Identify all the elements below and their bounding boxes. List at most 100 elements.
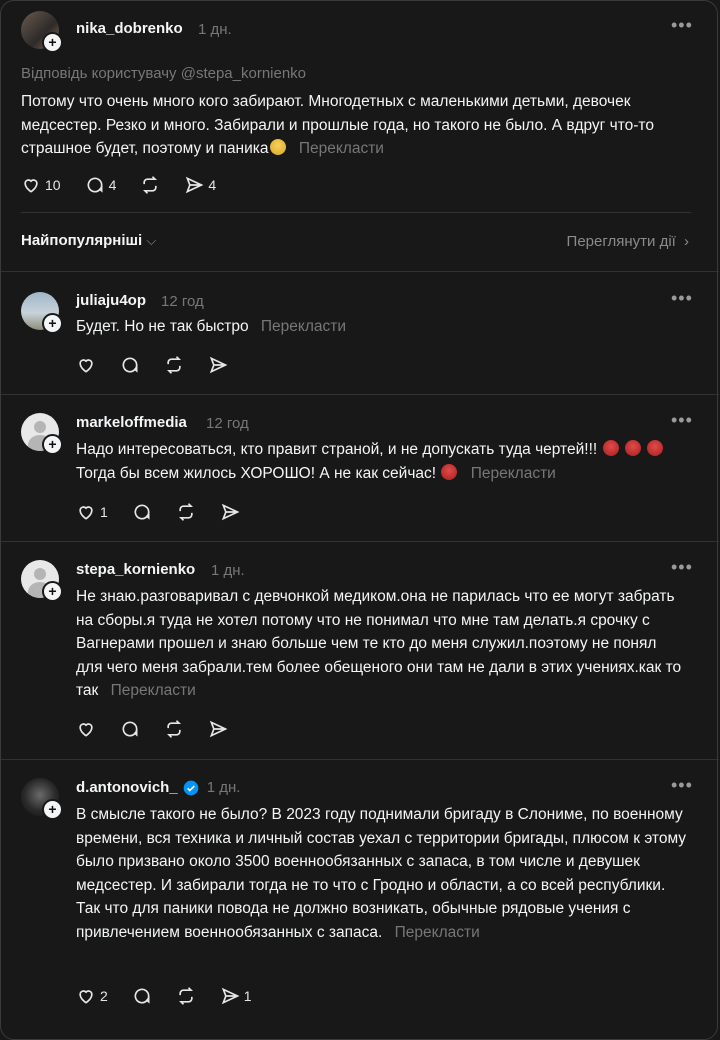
like-count: 2 xyxy=(100,988,108,1004)
heart-icon xyxy=(79,723,93,737)
more-icon[interactable]: ••• xyxy=(671,15,693,36)
share-count: 4 xyxy=(208,177,217,193)
like-button[interactable] xyxy=(76,719,96,739)
follow-plus-icon[interactable]: + xyxy=(42,434,63,455)
more-icon[interactable]: ••• xyxy=(671,410,693,431)
comment-button[interactable] xyxy=(132,986,152,1006)
more-icon[interactable]: ••• xyxy=(671,288,693,309)
chevron-down-icon: ⌵ xyxy=(146,233,157,248)
scared-emoji-icon xyxy=(269,139,286,155)
reply-actions: 2 1 xyxy=(76,986,276,1006)
heart-icon xyxy=(79,506,93,520)
translate-link[interactable]: Перекласти xyxy=(261,318,346,335)
like-button[interactable]: 10 xyxy=(21,175,61,195)
username[interactable]: juliaju4op xyxy=(76,292,146,309)
avatar[interactable]: + xyxy=(21,413,63,455)
repost-button[interactable] xyxy=(140,175,160,195)
comment-button[interactable]: 4 xyxy=(85,175,117,195)
more-icon[interactable]: ••• xyxy=(671,775,693,796)
send-icon xyxy=(209,356,228,374)
reply-actions: 1 xyxy=(76,502,264,522)
reply-actions xyxy=(76,355,252,375)
reply-text: Будет. Но не так быстро Перекласти xyxy=(76,315,696,339)
divider xyxy=(1,271,719,272)
timestamp: 12 год xyxy=(206,415,249,432)
reply-to-label[interactable]: Відповідь користувачу @stepa_kornienko xyxy=(21,65,306,82)
reply-text: В смысле такого не было? В 2023 году под… xyxy=(76,803,691,944)
comment-icon xyxy=(134,988,150,1004)
verified-badge-icon xyxy=(183,780,199,795)
avatar[interactable]: + xyxy=(21,292,63,334)
like-count: 1 xyxy=(100,504,108,520)
like-button[interactable]: 2 xyxy=(76,986,108,1006)
reply-text-content-2: Тогда бы всем жилось ХОРОШО! А не как се… xyxy=(76,464,437,482)
share-button[interactable]: 1 xyxy=(220,986,252,1006)
username[interactable]: stepa_kornienko xyxy=(76,561,195,578)
angry-emoji-icon xyxy=(602,440,619,456)
repost-button[interactable] xyxy=(164,355,184,375)
timestamp: 1 дн. xyxy=(198,21,232,38)
repost-button[interactable] xyxy=(176,986,196,1006)
comment-count: 4 xyxy=(108,177,117,193)
post-text: Потому что очень много кого забирают. Мн… xyxy=(21,90,691,161)
like-count: 10 xyxy=(45,177,61,193)
translate-link[interactable]: Перекласти xyxy=(299,140,384,157)
translate-link[interactable]: Перекласти xyxy=(395,924,480,941)
repost-icon xyxy=(166,720,182,738)
comment-icon xyxy=(122,357,138,373)
share-button[interactable] xyxy=(208,355,228,375)
username-row: d.antonovich_ 1 дн. xyxy=(76,779,240,796)
more-icon[interactable]: ••• xyxy=(671,557,693,578)
follow-plus-icon[interactable]: + xyxy=(42,799,63,820)
comment-button[interactable] xyxy=(120,719,140,739)
share-button[interactable]: 4 xyxy=(184,175,216,195)
thread-panel: + nika_dobrenko 1 дн. ••• Відповідь кори… xyxy=(0,0,719,1040)
angry-emoji-icon xyxy=(647,440,664,456)
translate-link[interactable]: Перекласти xyxy=(111,682,196,699)
follow-plus-icon[interactable]: + xyxy=(42,313,63,334)
reply-text: Надо интересоваться, кто правит страной,… xyxy=(76,438,701,485)
username[interactable]: d.antonovich_ xyxy=(76,779,178,796)
like-button[interactable] xyxy=(76,355,96,375)
comment-icon xyxy=(134,504,150,520)
repost-icon xyxy=(178,503,193,521)
share-button[interactable] xyxy=(220,502,240,522)
reply-text-content-1: Надо интересоваться, кто правит страной,… xyxy=(76,441,598,458)
timestamp: 1 дн. xyxy=(211,562,245,579)
divider xyxy=(1,394,719,395)
heart-icon xyxy=(79,359,93,373)
sort-dropdown[interactable]: Найпопулярніші ⌵ xyxy=(21,232,156,249)
reply-actions xyxy=(76,719,252,739)
avatar[interactable]: + xyxy=(21,11,63,53)
comment-button[interactable] xyxy=(120,355,140,375)
angry-emoji-icon xyxy=(624,440,641,456)
avatar[interactable]: + xyxy=(21,560,63,602)
comment-button[interactable] xyxy=(132,502,152,522)
timestamp: 12 год xyxy=(161,293,204,310)
username[interactable]: markeloffmedia xyxy=(76,414,187,431)
timestamp: 1 дн. xyxy=(206,779,241,796)
view-activity-link[interactable]: Переглянути дії › xyxy=(567,233,689,250)
send-icon xyxy=(221,503,240,521)
follow-plus-icon[interactable]: + xyxy=(42,32,63,53)
activity-label: Переглянути дії xyxy=(566,233,676,250)
avatar[interactable]: + xyxy=(21,778,63,820)
follow-plus-icon[interactable]: + xyxy=(42,581,63,602)
angry-emoji-icon xyxy=(441,463,458,480)
send-icon xyxy=(186,176,204,194)
repost-button[interactable] xyxy=(164,719,184,739)
send-icon xyxy=(209,720,228,738)
comment-icon xyxy=(87,177,103,193)
share-button[interactable] xyxy=(208,719,228,739)
like-button[interactable]: 1 xyxy=(76,502,108,522)
reply-text: Не знаю.разговаривал с девчонкой медиком… xyxy=(76,585,686,703)
username[interactable]: nika_dobrenko xyxy=(76,20,183,37)
translate-link[interactable]: Перекласти xyxy=(471,465,556,482)
heart-icon xyxy=(79,990,93,1004)
repost-button[interactable] xyxy=(176,502,196,522)
repost-icon xyxy=(143,176,158,194)
divider xyxy=(1,541,719,542)
post-actions: 10 4 4 xyxy=(21,175,240,195)
heart-icon xyxy=(24,179,38,193)
chevron-right-icon: › xyxy=(684,233,689,250)
